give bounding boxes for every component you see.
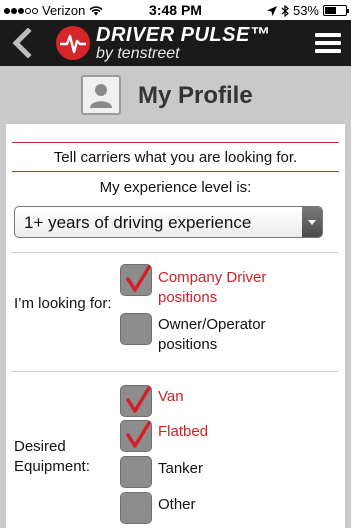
desired-equipment-label: Desired Equipment: (14, 438, 90, 475)
battery-icon (323, 5, 349, 16)
experience-select[interactable]: 1+ years of driving experience (14, 206, 323, 238)
back-chevron-icon[interactable] (8, 28, 36, 58)
tanker-label: Tanker (158, 460, 204, 477)
flatbed-label: Flatbed (158, 423, 209, 440)
app-header: DRIVER PULSE™ by tenstreet (0, 20, 351, 66)
chevron-down-icon[interactable] (302, 207, 322, 237)
avatar-placeholder-icon (81, 75, 121, 115)
section-divider (12, 252, 339, 253)
section-divider (12, 371, 339, 372)
red-divider-top (12, 142, 339, 143)
tanker-checkbox[interactable] (120, 456, 152, 488)
pulse-logo-icon (56, 26, 90, 60)
brand-subtitle: by tenstreet (96, 45, 180, 62)
van-checkbox[interactable] (120, 385, 152, 417)
company-driver-checkbox[interactable] (120, 264, 152, 296)
owner-operator-label: Owner/Operator positions (158, 316, 266, 353)
other-checkbox[interactable] (120, 492, 152, 524)
company-driver-label: Company Driver positions (158, 269, 267, 306)
profile-form-card: Tell carriers what you are looking for. … (6, 124, 345, 528)
other-label: Other (158, 496, 196, 513)
location-arrow-icon (266, 5, 277, 16)
experience-select-value: 1+ years of driving experience (24, 213, 252, 232)
looking-for-label: I’m looking for: (14, 295, 112, 312)
battery-percent: 53% (292, 3, 319, 18)
flatbed-checkbox[interactable] (120, 420, 152, 452)
form-tagline: Tell carriers what you are looking for. (53, 149, 298, 166)
brand-wordmark: DRIVER PULSE™ by tenstreet (96, 24, 270, 63)
status-bar: Verizon 3:48 PM 53% (0, 0, 351, 20)
page-title: My Profile (138, 82, 253, 109)
experience-label: My experience level is: (99, 179, 252, 196)
red-divider-bottom (12, 171, 339, 172)
brand-name: DRIVER PULSE™ (96, 24, 271, 46)
status-right-group: 53% (266, 3, 349, 18)
van-label: Van (158, 388, 184, 405)
owner-operator-checkbox[interactable] (120, 313, 152, 345)
bluetooth-icon (281, 4, 289, 17)
hamburger-menu-icon[interactable] (315, 33, 341, 53)
